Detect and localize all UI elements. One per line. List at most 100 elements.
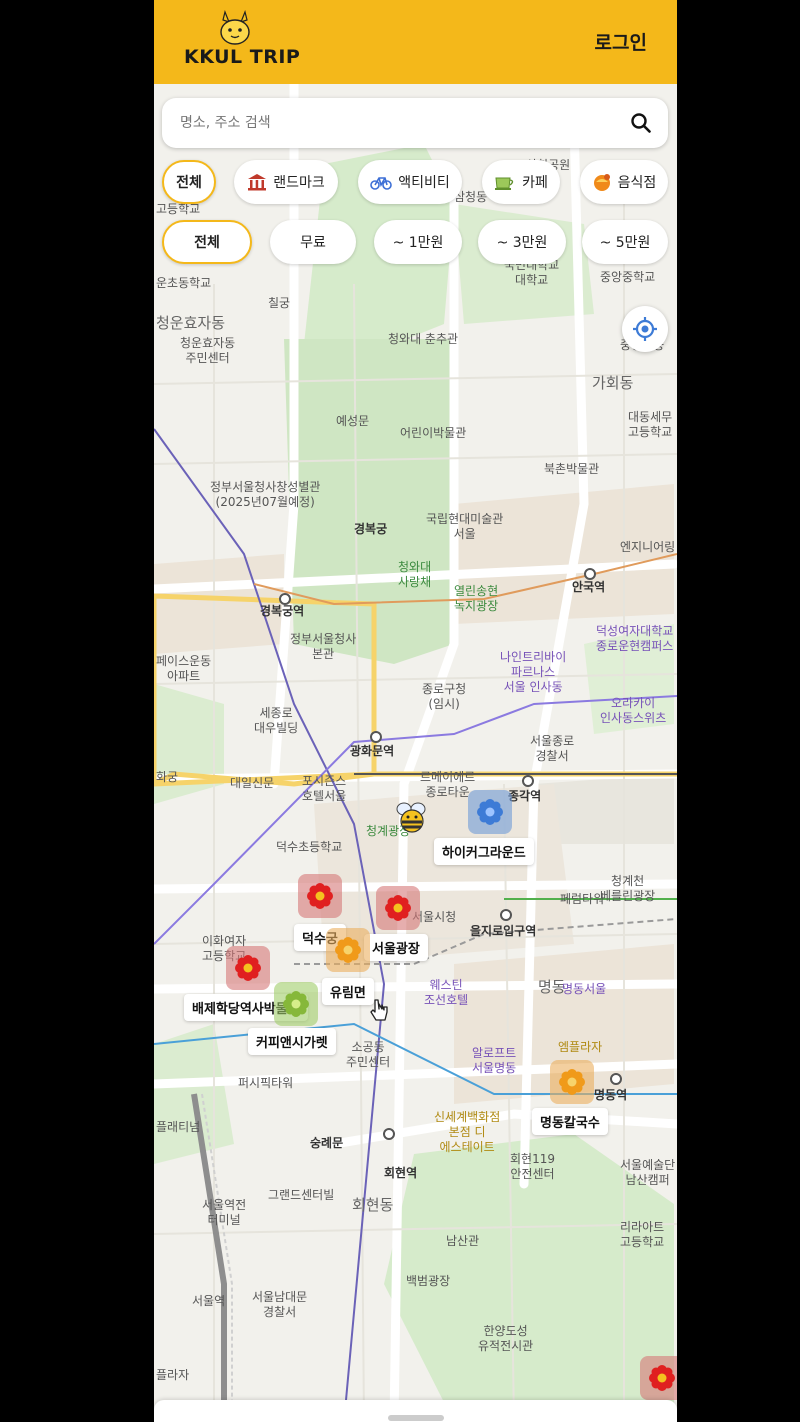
map-label: 서울남대문 경찰서 (252, 1290, 308, 1319)
flower-icon (283, 991, 309, 1017)
app-screen: 고등학교 운초동학교 칠궁 청운효자동 청운효자동 주민센터 청와대 춘추관 삼… (154, 0, 677, 1422)
map-label: 포시즌스 호텔서울 (302, 774, 347, 803)
map-label: 플래티넘 (156, 1120, 201, 1134)
map-label: 서울역 (192, 1294, 226, 1308)
map-label: 청운효자동 주민센터 (180, 336, 236, 365)
chip-label: ~ 5만원 (599, 235, 651, 251)
map-label: 회현동 (352, 1196, 394, 1214)
current-location-bee-icon (396, 802, 426, 833)
pin-marker-pai-chai[interactable] (226, 946, 270, 990)
category-chip-all[interactable]: 전체 (162, 160, 216, 204)
category-chip-restaurant[interactable]: 음식점 (580, 160, 668, 204)
map-label: 청운효자동 (156, 314, 226, 332)
hand-cursor-icon (370, 999, 388, 1021)
map-label: 대동세무 고등학교 (628, 410, 673, 439)
pin-marker-deoksugung[interactable] (298, 874, 342, 918)
map-label: 퍼시픽타워 (238, 1076, 294, 1090)
map-label: 회현119 안전센터 (510, 1152, 555, 1181)
map-label: 광화문역 (350, 744, 395, 758)
category-chip-landmark[interactable]: 랜드마크 (234, 160, 338, 204)
map-label: 청와대 사랑채 (398, 560, 432, 589)
price-chip-30k[interactable]: ~ 3만원 (478, 220, 566, 264)
food-icon (592, 172, 612, 192)
map-label: 종로구청 (임시) (422, 682, 467, 711)
pin-label[interactable]: 커피앤시가렛 (248, 1028, 336, 1055)
price-chip-10k[interactable]: ~ 1만원 (374, 220, 462, 264)
pin-label[interactable]: 서울광장 (364, 934, 428, 961)
price-chip-free[interactable]: 무료 (270, 220, 356, 264)
map-label: 회현역 (384, 1166, 418, 1180)
app-bar: KKUL TRIP 로그인 (154, 0, 677, 84)
crosshair-icon (633, 317, 657, 341)
map-label: 국립현대미술관 서울 (426, 512, 504, 541)
map-label: 한양도성 유적전시관 (478, 1324, 534, 1353)
map-label: 백범광장 (406, 1274, 451, 1288)
search-input[interactable] (180, 98, 620, 148)
map-label: 서울역전 터미널 (202, 1198, 247, 1227)
bicycle-icon (370, 174, 393, 190)
app-logo[interactable]: KKUL TRIP (184, 46, 300, 68)
map-label: 남산관 (446, 1234, 480, 1248)
map-label: 명동서울 (562, 982, 607, 996)
pin-label[interactable]: 명동칼국수 (532, 1108, 608, 1135)
map-label: 안국역 (572, 580, 606, 594)
login-button[interactable]: 로그인 (595, 28, 647, 55)
price-chip-all[interactable]: 전체 (162, 220, 252, 264)
pin-label[interactable]: 하이커그라운드 (434, 838, 534, 865)
map-label: 덕수초등학교 (276, 840, 343, 854)
map-label: 을지로입구역 (470, 924, 537, 938)
map-label: 소공동 주민센터 (346, 1040, 391, 1069)
map-label: 알로프트 서울명동 (472, 1046, 517, 1075)
map-label: 청계천 베를린광장 (600, 874, 656, 903)
pin-marker-myeongdong-kalguksu[interactable] (550, 1060, 594, 1104)
map-label: 명동역 (594, 1088, 628, 1102)
map-label: 어린이박물관 (400, 426, 467, 440)
category-chip-activity[interactable]: 액티비티 (358, 160, 462, 204)
map-label: 페럼타워 (560, 892, 605, 906)
pin-marker-seoul-plaza[interactable] (376, 886, 420, 930)
pin-marker-offscreen[interactable] (640, 1356, 677, 1400)
drag-handle[interactable] (388, 1415, 444, 1421)
map-label: 플라자 (156, 1368, 190, 1382)
map-label: 서울예술단 남산캠퍼 (620, 1158, 676, 1187)
chip-label: 카페 (522, 175, 548, 191)
chip-label: 전체 (176, 175, 202, 191)
map-label: 중앙중학교 (600, 270, 656, 284)
flower-icon (335, 937, 361, 963)
search-bar (162, 98, 668, 148)
map-label: 운초동학교 (156, 276, 212, 290)
landmark-icon (247, 173, 267, 191)
chip-label: ~ 3만원 (496, 235, 548, 251)
my-location-button[interactable] (622, 306, 668, 352)
pin-marker-hiker-ground[interactable] (468, 790, 512, 834)
map-label: 엠플라자 (558, 1040, 603, 1054)
chip-label: 액티비티 (398, 175, 450, 191)
map[interactable]: 고등학교 운초동학교 칠궁 청운효자동 청운효자동 주민센터 청와대 춘추관 삼… (154, 84, 677, 1422)
map-label: 종각역 (508, 789, 542, 803)
bottom-sheet[interactable] (154, 1400, 677, 1422)
chip-label: 음식점 (617, 175, 657, 191)
map-label: 화궁 (156, 770, 179, 784)
logo-bee-icon (220, 10, 250, 45)
map-label: 페이스운동 아파트 (156, 654, 212, 683)
pin-marker-yurimmyeon[interactable] (326, 928, 370, 972)
map-label: 숭례문 (310, 1136, 344, 1150)
map-label: 경복궁 (354, 522, 388, 536)
coffee-icon (494, 173, 516, 191)
map-label: 예성문 (336, 414, 370, 428)
map-label: 나인트리바이 파르나스 서울 인사동 (500, 650, 567, 694)
map-label: 리라아트 고등학교 (620, 1220, 665, 1249)
category-chip-cafe[interactable]: 카페 (482, 160, 560, 204)
pin-marker-coffee-cigarette[interactable] (274, 982, 318, 1026)
map-label: 가회동 (592, 374, 634, 392)
flower-icon (307, 883, 333, 909)
flower-icon (385, 895, 411, 921)
map-label: 덕성여자대학교 종로운현캠퍼스 (596, 624, 674, 653)
price-chip-50k[interactable]: ~ 5만원 (582, 220, 668, 264)
pin-label[interactable]: 유림면 (322, 978, 374, 1005)
search-icon[interactable] (630, 112, 652, 134)
map-label: 정부서울청사 본관 (290, 632, 357, 661)
map-label: 르메이에르 종로타운 (420, 770, 476, 799)
chip-label: 전체 (194, 235, 220, 251)
map-label: 청와대 춘추관 (388, 332, 459, 346)
